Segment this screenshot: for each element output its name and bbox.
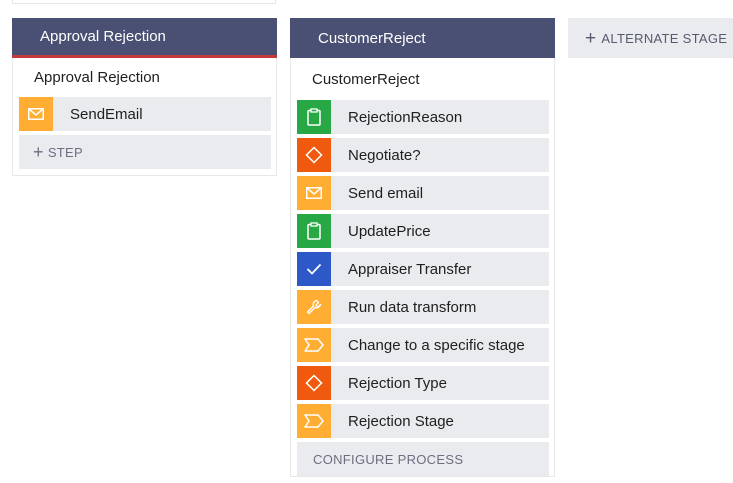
chevron-stage-icon	[297, 404, 331, 438]
add-step-label: STEP	[47, 144, 83, 160]
configure-process-button[interactable]: CONFIGURE PROCESS	[297, 442, 549, 476]
stage-approval-rejection: Approval Rejection Approval Rejection Se…	[12, 18, 277, 176]
step-rejection-stage[interactable]: Rejection Stage	[297, 404, 549, 438]
clipboard-icon	[297, 100, 331, 134]
step-label: SendEmail	[70, 105, 143, 123]
envelope-icon	[19, 97, 53, 131]
step-label: RejectionReason	[348, 108, 463, 126]
envelope-icon	[297, 176, 331, 210]
step-rejection-type[interactable]: Rejection Type	[297, 366, 549, 400]
stage-body: CustomerReject RejectionReason Negotiate…	[290, 58, 555, 477]
clipboard-icon	[297, 214, 331, 248]
wrench-icon	[297, 290, 331, 324]
plus-icon: +	[33, 142, 44, 162]
process-title[interactable]: CustomerReject	[297, 58, 549, 100]
step-label: Change to a specific stage	[348, 336, 525, 354]
step-update-price[interactable]: UpdatePrice	[297, 214, 549, 248]
checkmark-icon	[297, 252, 331, 286]
step-negotiate[interactable]: Negotiate?	[297, 138, 549, 172]
decision-diamond-icon	[297, 138, 331, 172]
stage-title: CustomerReject	[318, 29, 426, 47]
step-label: Send email	[348, 184, 424, 202]
decision-diamond-icon	[297, 366, 331, 400]
step-rejection-reason[interactable]: RejectionReason	[297, 100, 549, 134]
stage-body: Approval Rejection SendEmail + STEP	[12, 58, 277, 176]
step-label: UpdatePrice	[348, 222, 431, 240]
step-send-email[interactable]: Send email	[297, 176, 549, 210]
stage-customer-reject: CustomerReject CustomerReject RejectionR…	[290, 18, 555, 477]
step-label: Run data transform	[348, 298, 477, 316]
stage-title: Approval Rejection	[40, 28, 166, 45]
add-alternate-stage-button[interactable]: + ALTERNATE STAGE	[568, 18, 733, 58]
step-label: Appraiser Transfer	[348, 260, 472, 278]
stage-header[interactable]: Approval Rejection	[12, 18, 277, 58]
add-step-button[interactable]: + STEP	[19, 135, 271, 169]
plus-icon: +	[585, 27, 597, 49]
previous-panel-edge	[12, 0, 276, 4]
process-title[interactable]: Approval Rejection	[19, 58, 271, 97]
stage-header[interactable]: CustomerReject	[290, 18, 555, 58]
step-change-stage[interactable]: Change to a specific stage	[297, 328, 549, 362]
step-run-data-transform[interactable]: Run data transform	[297, 290, 549, 324]
step-label: Negotiate?	[348, 146, 421, 164]
step-label: Rejection Stage	[348, 412, 454, 430]
chevron-stage-icon	[297, 328, 331, 362]
step-appraiser-transfer[interactable]: Appraiser Transfer	[297, 252, 549, 286]
alternate-stage-label: ALTERNATE STAGE	[601, 30, 728, 46]
step-label: Rejection Type	[348, 374, 447, 392]
step-send-email[interactable]: SendEmail	[19, 97, 271, 131]
